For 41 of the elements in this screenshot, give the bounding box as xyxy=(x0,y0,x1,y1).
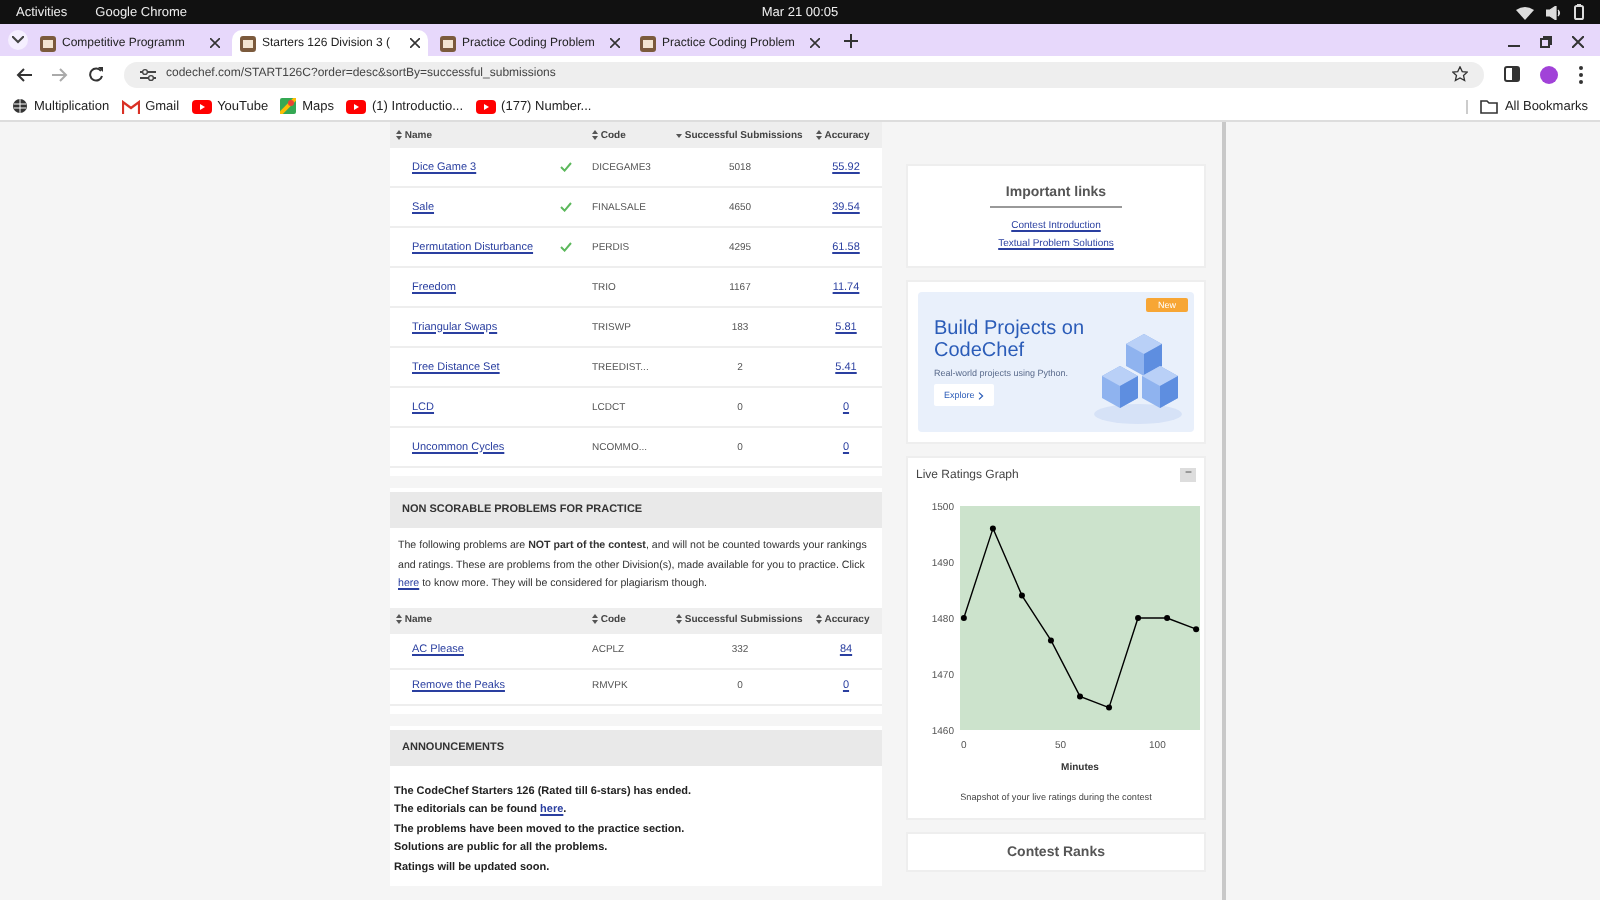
data-point xyxy=(1164,615,1171,621)
menu-icon[interactable] xyxy=(1578,65,1584,83)
banner-title: Build Projects on CodeChef xyxy=(934,318,1087,362)
data-point xyxy=(960,615,967,621)
globe-icon xyxy=(12,98,28,114)
tab-search-button[interactable] xyxy=(8,30,28,50)
data-point xyxy=(1193,626,1200,633)
site-settings-icon[interactable] xyxy=(140,67,156,81)
restore-icon[interactable] xyxy=(1540,36,1552,48)
back-icon[interactable] xyxy=(16,67,32,81)
mail-icon xyxy=(121,99,140,113)
data-point xyxy=(989,525,996,532)
side-panel-icon[interactable] xyxy=(1504,66,1520,82)
new-tab-icon[interactable] xyxy=(844,34,858,48)
data-point xyxy=(1077,693,1083,700)
close-icon[interactable] xyxy=(410,38,420,48)
folder-icon xyxy=(1480,99,1499,113)
close-icon[interactable] xyxy=(610,38,620,48)
play-button-icon xyxy=(191,99,212,113)
codechef-favicon-icon xyxy=(240,35,256,51)
close-icon[interactable] xyxy=(810,38,820,48)
close-icon[interactable] xyxy=(1572,36,1584,48)
reload-icon[interactable] xyxy=(88,66,104,82)
codechef-favicon-icon xyxy=(40,35,56,51)
profile-avatar[interactable] xyxy=(1540,65,1558,83)
play-button-icon xyxy=(475,99,496,113)
star-icon[interactable] xyxy=(1452,66,1468,82)
battery-icon[interactable] xyxy=(1574,4,1584,20)
data-point xyxy=(1018,592,1025,599)
codechef-favicon-icon xyxy=(440,35,456,51)
data-point xyxy=(1047,637,1054,644)
wifi-icon[interactable] xyxy=(1516,5,1534,19)
scrollbar[interactable] xyxy=(1222,122,1226,900)
codechef-favicon-icon xyxy=(640,35,656,51)
play-button-icon xyxy=(346,99,367,113)
data-point xyxy=(1106,704,1113,711)
chevron-right-icon xyxy=(977,391,984,400)
data-point xyxy=(1135,615,1142,621)
map-icon xyxy=(280,98,297,114)
close-icon[interactable] xyxy=(210,38,220,48)
speaker-icon[interactable] xyxy=(1546,5,1562,19)
